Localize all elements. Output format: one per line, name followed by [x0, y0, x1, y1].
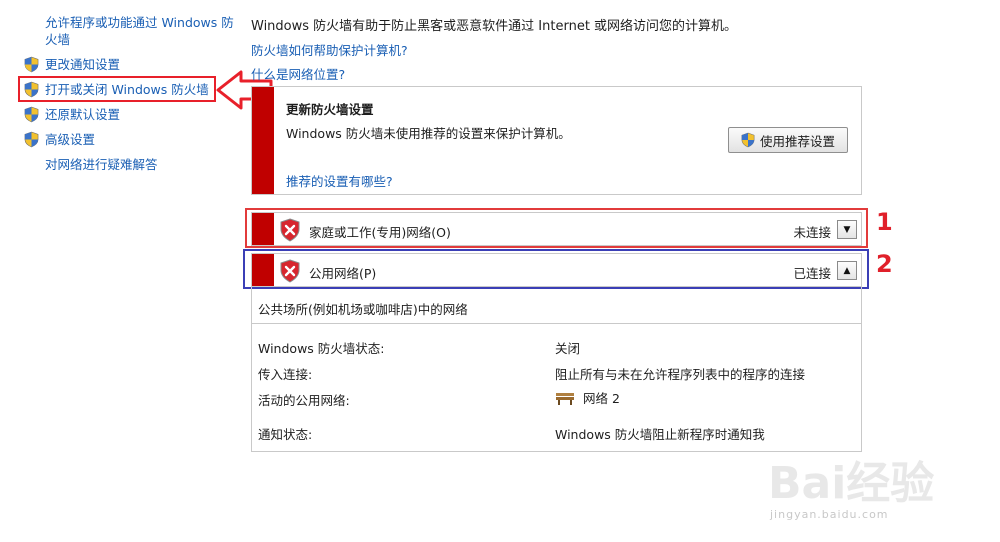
detail-value: Windows 防火墙阻止新程序时通知我 — [555, 427, 765, 442]
uac-shield-icon — [24, 131, 39, 148]
details-header: 公共场所(例如机场或咖啡店)中的网络 — [252, 287, 861, 324]
watermark-text: Bai经验 — [768, 458, 934, 509]
highlight-box-sidebar — [18, 76, 216, 102]
sidebar-item-label: 高级设置 — [45, 132, 96, 147]
annotation-label-2: 2 — [876, 250, 893, 278]
detail-label: 通知状态: — [258, 427, 313, 442]
active-network-value: 网络 2 — [555, 388, 620, 407]
public-bench-icon — [556, 392, 574, 405]
update-panel-text: Windows 防火墙未使用推荐的设置来保护计算机。 — [286, 126, 571, 141]
detail-value: 网络 2 — [583, 391, 620, 406]
sidebar-item-label: 还原默认设置 — [45, 107, 121, 122]
network-description: 公共场所(例如机场或咖啡店)中的网络 — [258, 302, 468, 317]
sidebar-item-label: 更改通知设置 — [45, 57, 121, 72]
watermark-url: jingyan.baidu.com — [770, 508, 889, 521]
highlight-box-home-network — [245, 208, 868, 248]
detail-label: 活动的公用网络: — [258, 393, 350, 408]
help-link-protect[interactable]: 防火墙如何帮助保护计算机? — [251, 40, 408, 59]
detail-value: 阻止所有与未在允许程序列表中的程序的连接 — [555, 367, 806, 382]
update-settings-panel: 更新防火墙设置 Windows 防火墙未使用推荐的设置来保护计算机。 推荐的设置… — [251, 86, 862, 195]
uac-shield-icon — [24, 56, 39, 73]
warning-bar — [252, 87, 274, 194]
detail-label: Windows 防火墙状态: — [258, 341, 385, 356]
update-panel-title: 更新防火墙设置 — [286, 102, 374, 117]
sidebar-item-troubleshoot[interactable]: 对网络进行疑难解答 — [45, 156, 158, 173]
highlight-box-public-network — [243, 249, 869, 289]
use-recommended-button[interactable]: 使用推荐设置 — [728, 127, 848, 153]
annotation-label-1: 1 — [876, 208, 893, 236]
sidebar-item-allow-programs[interactable]: 允许程序或功能通过 Windows 防火墙 — [45, 14, 235, 48]
detail-value: 关闭 — [555, 341, 581, 356]
sidebar-item-label: 允许程序或功能通过 Windows 防火墙 — [45, 15, 234, 47]
intro-text: Windows 防火墙有助于防止黑客或恶意软件通过 Internet 或网络访问… — [251, 19, 738, 34]
recommended-settings-link[interactable]: 推荐的设置有哪些? — [286, 171, 393, 190]
uac-shield-icon — [24, 106, 39, 123]
help-link-network-location[interactable]: 什么是网络位置? — [251, 64, 345, 83]
public-network-details: 公共场所(例如机场或咖啡店)中的网络 Windows 防火墙状态: 关闭 传入连… — [251, 287, 862, 452]
detail-label: 传入连接: — [258, 367, 313, 382]
sidebar-item-label: 对网络进行疑难解答 — [45, 157, 158, 172]
sidebar-item-restore-defaults[interactable]: 还原默认设置 — [24, 106, 120, 123]
button-label: 使用推荐设置 — [759, 133, 835, 149]
sidebar-item-change-notifications[interactable]: 更改通知设置 — [24, 56, 120, 73]
sidebar-item-advanced-settings[interactable]: 高级设置 — [24, 131, 95, 148]
uac-shield-icon — [741, 132, 755, 148]
